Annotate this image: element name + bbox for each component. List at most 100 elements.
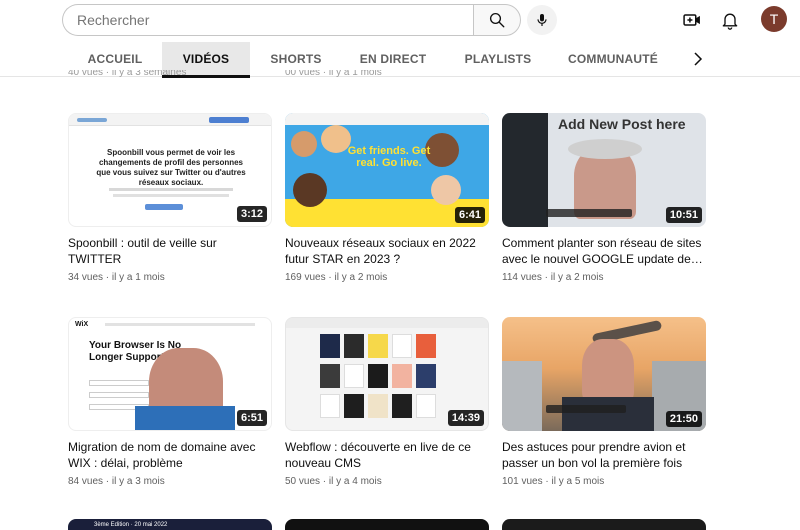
browser-bar — [286, 318, 488, 328]
video-card[interactable]: 21:50 Des astuces pour prendre avion et … — [502, 317, 706, 489]
video-card[interactable]: Get friends. Get real. Go live. 6:41 Nou… — [285, 113, 489, 285]
admin-sidebar — [502, 113, 548, 227]
search-input[interactable] — [62, 4, 473, 36]
create-button[interactable] — [680, 8, 704, 32]
thumbnail-text: 3ème Edition · 20 mai 2022 — [94, 522, 168, 528]
template-tile — [368, 364, 388, 388]
microphone-icon — [537, 14, 547, 26]
presenter-jacket — [562, 397, 654, 431]
video-views: 169 vues — [285, 272, 326, 283]
tabs-scroll-right-button[interactable] — [690, 50, 706, 68]
video-thumbnail[interactable]: 3ème Edition · 20 mai 2022 — [68, 519, 272, 530]
template-tile — [320, 334, 340, 358]
thumbnail-text: Get friends. Get real. Go live. — [347, 145, 431, 169]
video-views: 84 vues — [68, 476, 104, 487]
previous-row-meta: 00 vues · il y a 1 mois — [285, 70, 382, 78]
video-meta: 101 vues · il y a 5 mois — [502, 476, 605, 487]
terminal-window — [502, 361, 542, 431]
video-duration: 21:50 — [665, 411, 702, 427]
video-views: 50 vues — [285, 476, 321, 487]
video-title[interactable]: Nouveaux réseaux sociaux en 2022 futur S… — [285, 235, 489, 267]
form-field — [89, 392, 149, 398]
video-duration: 14:39 — [447, 410, 484, 426]
video-thumbnail[interactable]: 21:50 — [502, 317, 706, 431]
video-age: il y a 1 mois — [111, 272, 165, 283]
face-shape — [291, 131, 317, 157]
template-tile — [416, 394, 436, 418]
thumbnail-text: Spoonbill vous permet de voir les change… — [96, 148, 246, 187]
template-tile — [368, 394, 388, 418]
video-views: 101 vues — [502, 476, 543, 487]
notifications-button[interactable] — [718, 8, 742, 32]
thumbnail-button — [145, 204, 183, 210]
video-title[interactable]: Migration de nom de domaine avec WIX : d… — [68, 439, 272, 471]
wix-logo: WiX — [75, 321, 89, 328]
video-thumbnail[interactable]: Spoonbill vous permet de voir les change… — [68, 113, 272, 227]
browser-bar — [285, 113, 489, 125]
template-tile — [368, 334, 388, 358]
video-card[interactable]: WiX Your Browser Is No Longer Supported … — [68, 317, 272, 489]
presenter-shirt — [135, 406, 235, 430]
template-tile — [344, 334, 364, 358]
video-age: il y a 3 mois — [111, 476, 165, 487]
video-title[interactable]: Spoonbill : outil de veille sur TWITTER — [68, 235, 272, 267]
video-views: 34 vues — [68, 272, 104, 283]
template-tile — [344, 394, 364, 418]
template-tile — [392, 334, 412, 358]
site-logo — [77, 118, 107, 122]
presenter-face — [582, 339, 634, 405]
video-duration: 6:51 — [236, 410, 267, 426]
video-age: il y a 5 mois — [551, 476, 605, 487]
voice-search-button[interactable] — [527, 5, 557, 35]
template-tile — [416, 364, 436, 388]
template-tile — [320, 364, 340, 388]
search-button[interactable] — [473, 4, 521, 36]
template-tile — [392, 394, 412, 418]
site-button — [209, 117, 249, 123]
template-tile — [344, 364, 364, 388]
video-title[interactable]: Comment planter son réseau de sites avec… — [502, 235, 706, 267]
video-age: il y a 4 mois — [328, 476, 382, 487]
video-card[interactable]: 14:39 Webflow : découverte en live de ce… — [285, 317, 489, 489]
face-shape — [293, 173, 327, 207]
video-thumbnail[interactable] — [285, 519, 489, 530]
search-icon — [489, 12, 505, 28]
video-thumbnail[interactable] — [502, 519, 706, 530]
video-meta: 50 vues · il y a 4 mois — [285, 476, 382, 487]
video-duration: 10:51 — [665, 207, 702, 223]
video-card[interactable]: Spoonbill vous permet de voir les change… — [68, 113, 272, 285]
video-plus-icon — [683, 14, 700, 26]
search-box — [62, 4, 521, 36]
video-age: il y a 2 mois — [550, 272, 604, 283]
thumbnail-line — [113, 194, 229, 197]
thumbnail-line — [109, 188, 233, 191]
avatar[interactable]: T — [761, 6, 787, 32]
video-meta: 84 vues · il y a 3 mois — [68, 476, 165, 487]
masthead: T — [0, 0, 800, 40]
video-title[interactable]: Webflow : découverte en live de ce nouve… — [285, 439, 489, 471]
video-thumbnail[interactable]: WiX Your Browser Is No Longer Supported … — [68, 317, 272, 431]
video-title[interactable]: Des astuces pour prendre avion et passer… — [502, 439, 706, 471]
form-field — [89, 380, 149, 386]
name-lower-third — [546, 405, 626, 413]
bell-icon — [722, 13, 738, 30]
video-views: 114 vues — [502, 272, 542, 283]
video-thumbnail[interactable]: 14:39 — [285, 317, 489, 431]
tab-playlists[interactable]: PLAYLISTS — [444, 42, 552, 76]
thumbnail-text: Add New Post here — [558, 116, 686, 132]
video-duration: 3:12 — [236, 206, 267, 222]
previous-row-meta: 40 vues · il y a 3 semaines — [68, 70, 187, 78]
template-tile — [392, 364, 412, 388]
video-thumbnail[interactable]: Get friends. Get real. Go live. 6:41 — [285, 113, 489, 227]
tab-communaute[interactable]: COMMUNAUTÉ — [552, 42, 674, 76]
video-meta: 114 vues · il y a 2 mois — [502, 272, 604, 283]
video-meta: 169 vues · il y a 2 mois — [285, 272, 388, 283]
template-tile — [416, 334, 436, 358]
video-age: il y a 2 mois — [334, 272, 388, 283]
name-lower-third — [546, 209, 632, 217]
presenter-hair — [568, 139, 642, 159]
video-card[interactable]: Add New Post here 10:51 Comment planter … — [502, 113, 706, 285]
face-shape — [431, 175, 461, 205]
video-thumbnail[interactable]: Add New Post here 10:51 — [502, 113, 706, 227]
chevron-right-icon — [694, 52, 703, 66]
